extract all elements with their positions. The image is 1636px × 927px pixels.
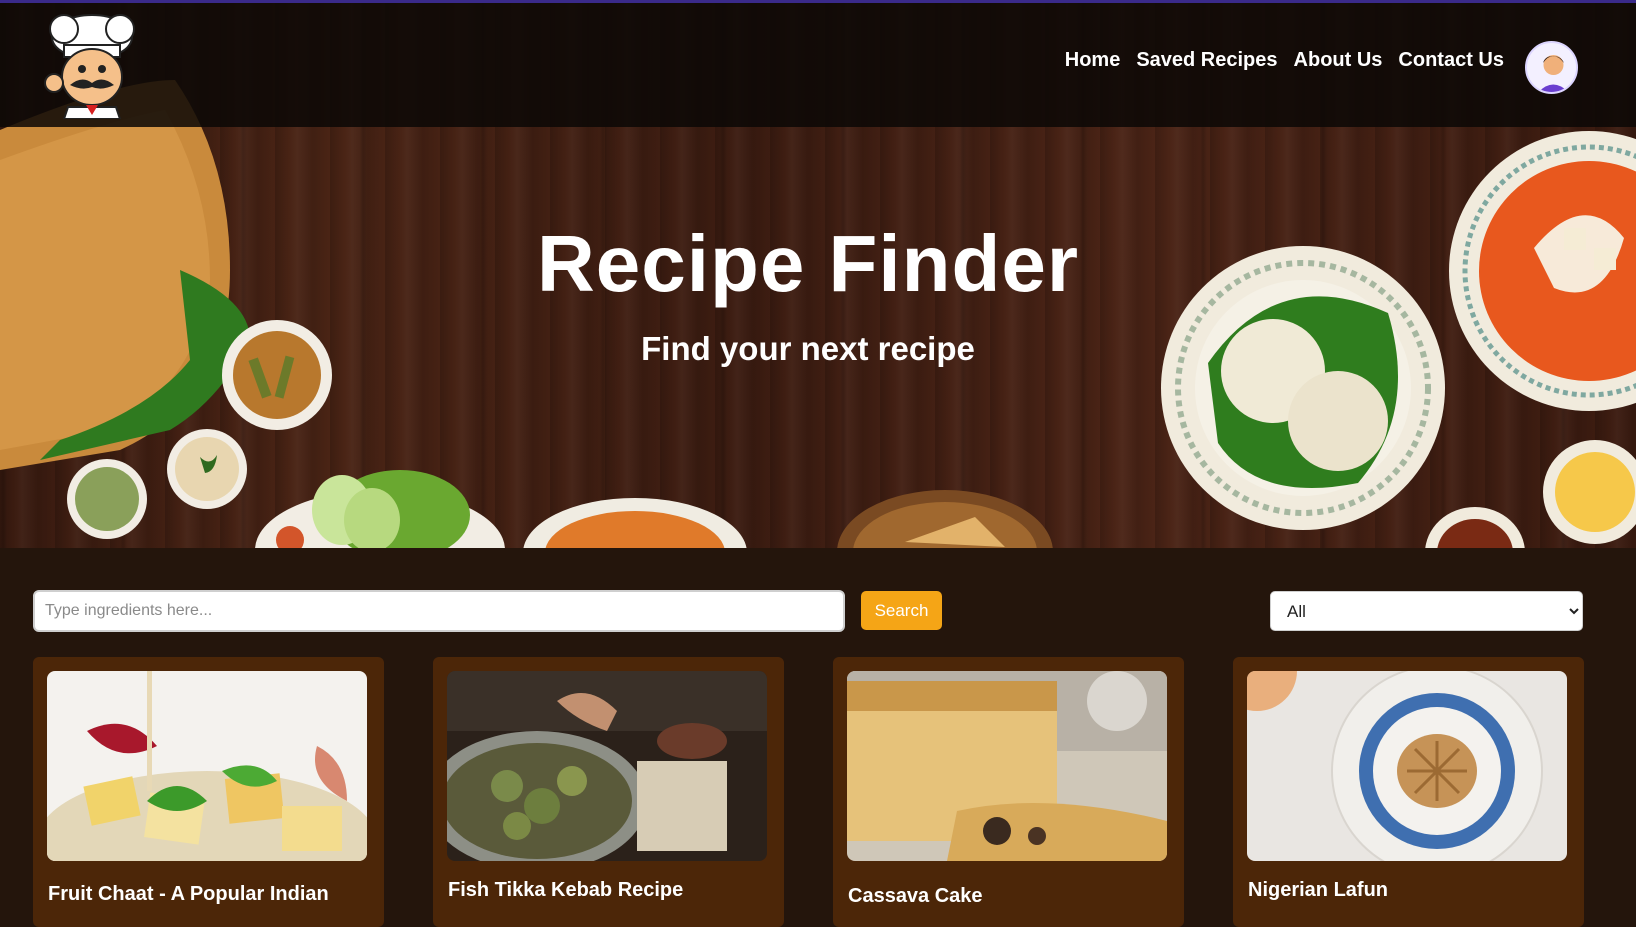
hero-title: Recipe Finder [536, 219, 1080, 308]
recipe-card[interactable]: Cassava Cake [833, 657, 1184, 927]
top-accent-line [0, 0, 1636, 3]
nigerian-lafun-image [1247, 671, 1567, 861]
nav-about-us-link[interactable]: About Us [1294, 49, 1383, 72]
recipe-title[interactable]: Cassava Cake [848, 885, 983, 908]
pickle-bowl-image [1425, 507, 1525, 548]
curry-plate-image [523, 498, 747, 548]
chutney-bowl-image [167, 429, 247, 509]
recipe-card[interactable]: Fish Tikka Kebab Recipe [433, 657, 784, 927]
chef-logo-icon[interactable] [40, 11, 144, 119]
navbar: Home Saved Recipes About Us Contact Us [0, 3, 1636, 127]
recipe-title[interactable]: Fruit Chaat - A Popular Indian [48, 883, 329, 906]
bread-basket-image [837, 490, 1053, 548]
fish-tikka-kebab-image [447, 671, 767, 861]
green-chutney-bowl-image [67, 459, 147, 539]
nav-saved-recipes-link[interactable]: Saved Recipes [1136, 49, 1277, 72]
recipe-title[interactable]: Fish Tikka Kebab Recipe [448, 879, 683, 902]
nav-links: Home Saved Recipes About Us Contact Us [1065, 49, 1504, 72]
recipe-title[interactable]: Nigerian Lafun [1248, 879, 1388, 902]
nav-home-link[interactable]: Home [1065, 49, 1121, 72]
user-avatar-icon[interactable] [1525, 41, 1578, 94]
recipe-card[interactable]: Nigerian Lafun [1233, 657, 1584, 927]
nav-contact-us-link[interactable]: Contact Us [1398, 49, 1504, 72]
recipe-card[interactable]: Fruit Chaat - A Popular Indian [33, 657, 384, 927]
salad-plate-image [255, 470, 505, 548]
search-button[interactable]: Search [861, 591, 942, 630]
category-filter-select[interactable]: All [1270, 591, 1583, 631]
hero-subtitle: Find your next recipe [641, 330, 975, 367]
cassava-cake-image [847, 671, 1167, 861]
pineapple-bowl-image [1543, 440, 1636, 544]
fruit-chaat-image [47, 671, 367, 861]
ingredient-search-input[interactable] [33, 590, 845, 632]
